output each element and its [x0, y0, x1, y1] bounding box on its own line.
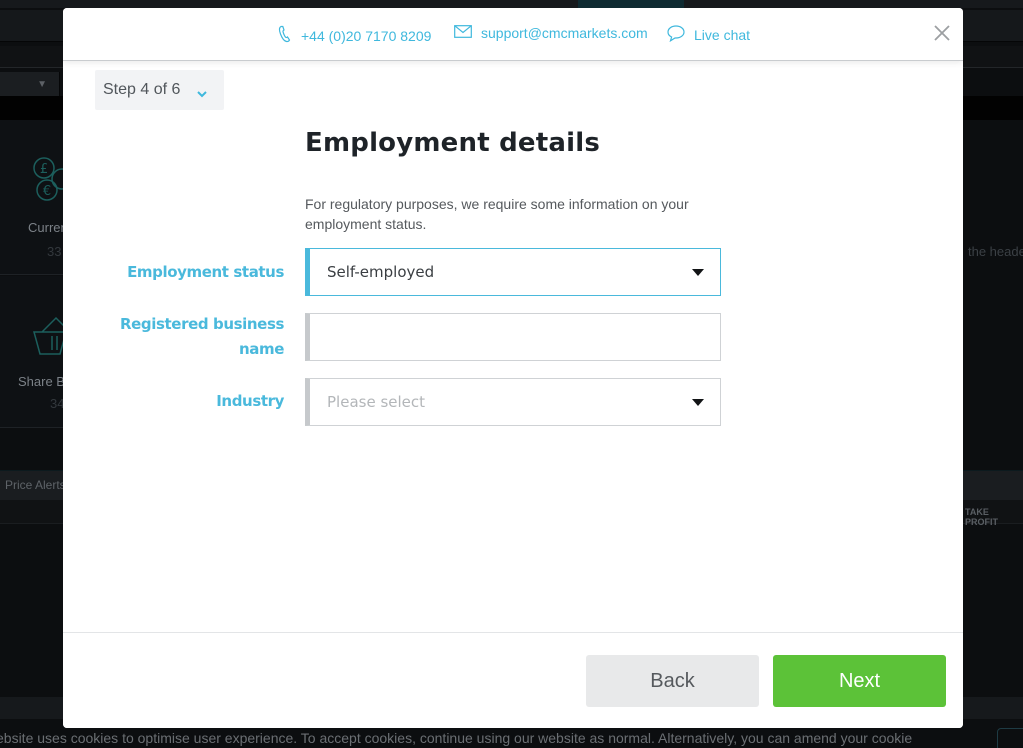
cookie-accept-button[interactable] [997, 728, 1023, 748]
modal-footer: Back Next [63, 632, 963, 728]
step-selector[interactable]: Step 4 of 6 [95, 70, 224, 110]
background-hint-text: the heade [968, 244, 1023, 259]
phone-icon [278, 25, 301, 46]
back-button[interactable]: Back [586, 655, 759, 707]
background-top-nav [0, 0, 1023, 8]
modal-header: +44 (0)20 7170 8209 support@cmcmarkets.c… [63, 8, 963, 61]
registered-business-name-input[interactable] [305, 313, 721, 361]
chevron-down-icon [196, 85, 208, 103]
employment-status-select[interactable]: Self-employed [305, 248, 721, 296]
phone-link[interactable]: +44 (0)20 7170 8209 [278, 25, 431, 46]
currency-coins-icon: £ € [32, 156, 73, 207]
dropdown-triangle-icon: ▼ [37, 79, 47, 90]
close-button[interactable] [932, 23, 952, 43]
page-description: For regulatory purposes, we require some… [305, 196, 689, 232]
dropdown-caret-icon [692, 399, 704, 406]
chat-bubble-icon [667, 25, 694, 45]
email-link[interactable]: support@cmcmarkets.com [454, 25, 648, 41]
background-dropdown: ▼ [0, 72, 60, 96]
registered-business-name-field[interactable] [327, 314, 720, 360]
next-button[interactable]: Next [773, 655, 946, 707]
page-title: Employment details [305, 128, 601, 158]
email-icon [454, 25, 481, 41]
background-tile-share-baskets: Share Ba 34 [0, 276, 72, 428]
dropdown-caret-icon [692, 269, 704, 276]
background-tile-currencies: £ € Curren 33 [0, 120, 73, 275]
svg-text:£: £ [40, 162, 48, 177]
industry-label: Industry [216, 392, 284, 410]
svg-text:€: € [43, 184, 51, 199]
live-chat-link[interactable]: Live chat [667, 25, 750, 45]
cookie-notice: ebsite uses cookies to optimise user exp… [0, 730, 913, 746]
employment-details-modal: +44 (0)20 7170 8209 support@cmcmarkets.c… [63, 8, 963, 728]
close-icon [934, 25, 950, 41]
industry-select[interactable]: Please select [305, 378, 721, 426]
registered-business-name-label: Registered business name [120, 315, 284, 358]
employment-status-label: Employment status [127, 263, 284, 281]
